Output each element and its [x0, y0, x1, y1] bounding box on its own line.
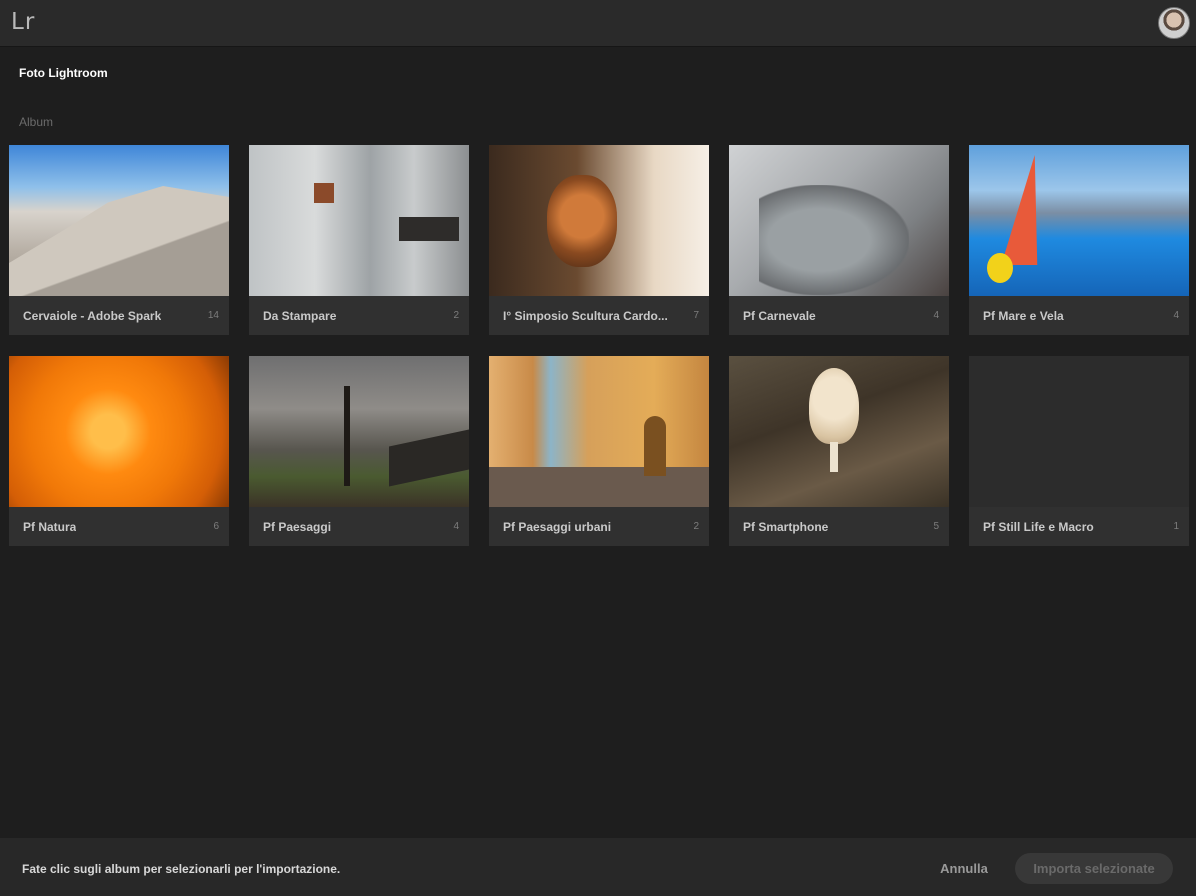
album-name: Da Stampare: [263, 308, 337, 323]
import-hint: Fate clic sugli album per selezionarli p…: [22, 862, 341, 876]
album-thumbnail-empty: [969, 356, 1189, 507]
album-card-mare-e-vela[interactable]: Pf Mare e Vela 4: [969, 145, 1189, 335]
album-name: Pf Paesaggi urbani: [503, 519, 612, 534]
album-count: 1: [1173, 521, 1179, 532]
album-name: Cervaiole - Adobe Spark: [23, 308, 162, 323]
album-name: Pf Natura: [23, 519, 77, 534]
cancel-button[interactable]: Annulla: [930, 853, 998, 883]
album-count: 5: [933, 521, 939, 532]
album-name: Pf Carnevale: [743, 308, 816, 323]
album-name: I° Simposio Scultura Cardo...: [503, 308, 668, 323]
album-card-da-stampare[interactable]: Da Stampare 2: [249, 145, 469, 335]
album-card-cervaiole[interactable]: Cervaiole - Adobe Spark 14: [9, 145, 229, 335]
album-thumbnail: [9, 356, 229, 507]
lightroom-logo: Lr: [11, 9, 36, 35]
album-thumbnail: [249, 145, 469, 296]
section-label: Album: [19, 115, 54, 129]
album-card-carnevale[interactable]: Pf Carnevale 4: [729, 145, 949, 335]
album-count: 7: [693, 310, 699, 321]
album-count: 4: [1173, 310, 1179, 321]
album-thumbnail: [729, 356, 949, 507]
album-card-natura[interactable]: Pf Natura 6: [9, 356, 229, 546]
album-count: 6: [213, 521, 219, 532]
album-name: Pf Still Life e Macro: [983, 519, 1094, 534]
album-card-simposio[interactable]: I° Simposio Scultura Cardo... 7: [489, 145, 709, 335]
album-grid: Cervaiole - Adobe Spark 14 Da Stampare 2…: [9, 145, 1189, 546]
album-count: 14: [207, 310, 219, 321]
album-card-still-life[interactable]: Pf Still Life e Macro 1: [969, 356, 1189, 546]
album-thumbnail: [489, 145, 709, 296]
album-count: 2: [693, 521, 699, 532]
album-count: 2: [453, 310, 459, 321]
album-thumbnail: [9, 145, 229, 296]
album-card-paesaggi[interactable]: Pf Paesaggi 4: [249, 356, 469, 546]
album-name: Pf Paesaggi: [263, 519, 332, 534]
album-thumbnail: [249, 356, 469, 507]
album-name: Pf Smartphone: [743, 519, 829, 534]
album-thumbnail: [969, 145, 1189, 296]
album-card-paesaggi-urbani[interactable]: Pf Paesaggi urbani 2: [489, 356, 709, 546]
album-thumbnail: [729, 145, 949, 296]
album-count: 4: [453, 521, 459, 532]
album-name: Pf Mare e Vela: [983, 308, 1064, 323]
album-card-smartphone[interactable]: Pf Smartphone 5: [729, 356, 949, 546]
page-title: Foto Lightroom: [19, 66, 108, 80]
album-thumbnail: [489, 356, 709, 507]
import-selected-button[interactable]: Importa selezionate: [1015, 853, 1173, 884]
bottom-bar: Fate clic sugli album per selezionarli p…: [0, 838, 1196, 896]
top-bar: Lr: [0, 0, 1196, 47]
user-avatar-icon[interactable]: [1158, 7, 1190, 39]
album-count: 4: [933, 310, 939, 321]
